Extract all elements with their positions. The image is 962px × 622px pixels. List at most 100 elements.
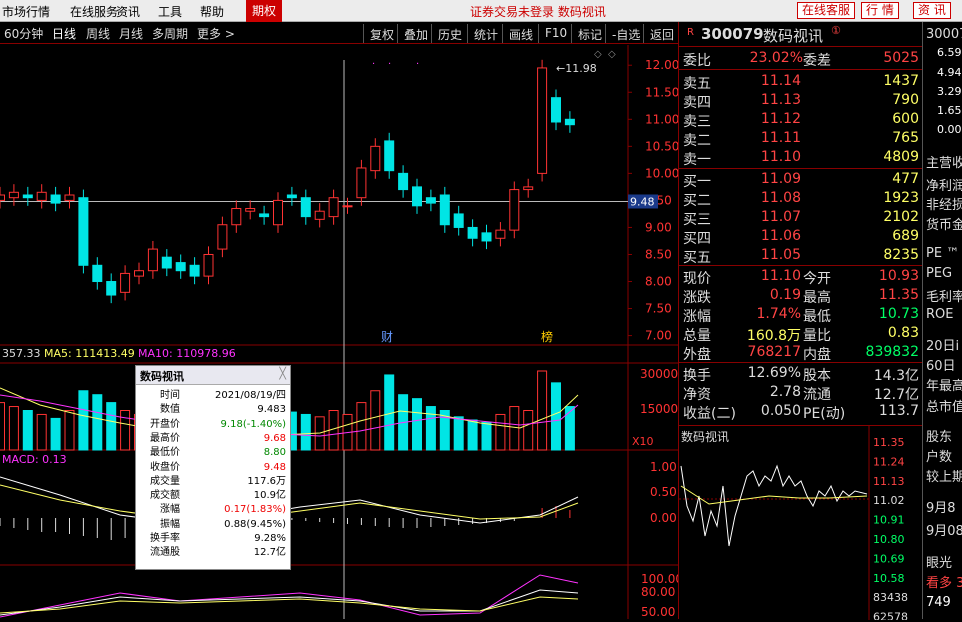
candle-body xyxy=(425,197,436,204)
bid-row[interactable]: 买二 11.08 1923 xyxy=(679,189,923,209)
volume-bar xyxy=(412,398,422,451)
side-panel-item[interactable]: 看多 3 xyxy=(926,572,962,591)
bid-row[interactable]: 买四 11.06 689 xyxy=(679,227,923,247)
side-panel-item[interactable]: 净利润 xyxy=(926,175,962,194)
side-panel-item[interactable]: 非经损 xyxy=(926,194,962,213)
popup-key: 收盘价 xyxy=(150,461,180,473)
quote-label: 今开 xyxy=(803,271,831,287)
tab-daily[interactable]: 日线 xyxy=(52,25,76,42)
candle-info-popup[interactable]: 数码视讯 ╳ 时间 2021/08/19/四 数值 9.483 开盘价 9.18(-1.4… xyxy=(135,365,291,570)
volume-bar xyxy=(495,413,506,451)
side-panel-item[interactable]: 户数 xyxy=(926,446,952,465)
intraday-avg-line xyxy=(680,485,868,505)
bid-price: 11.09 xyxy=(760,171,801,187)
kdj-axis-label: 80.00 xyxy=(641,585,675,599)
ask-price: 11.13 xyxy=(760,92,801,108)
candle-body xyxy=(300,197,311,218)
candle-body xyxy=(551,97,561,123)
menu-market[interactable]: 市场行情 xyxy=(2,3,50,20)
popup-row: 流通股 12.7亿 xyxy=(136,547,290,559)
candle-body xyxy=(523,186,534,191)
online-service-button[interactable]: 在线客服 xyxy=(797,2,856,19)
overlay-button[interactable]: 叠加 xyxy=(397,24,434,43)
side-panel-item[interactable]: 1.65 xyxy=(937,104,962,117)
side-panel-item[interactable]: 20日i xyxy=(926,335,959,354)
side-panel-item[interactable]: 年最高 xyxy=(926,375,962,394)
popup-value: 9.48 xyxy=(263,461,286,473)
tab-more[interactable]: 更多 > xyxy=(197,25,235,42)
popup-row: 振幅 0.88(9.45%) xyxy=(136,519,290,531)
back-button[interactable]: 返回 xyxy=(643,24,680,43)
kline-chart[interactable]: 12.00 11.50 11.00 10.50 10.00 9.50 9.00 8.50 8.0… xyxy=(0,45,683,619)
side-panel-item[interactable]: 总市值 xyxy=(926,396,962,415)
macd-axis-label: 0.50 xyxy=(650,485,677,499)
bid-price: 11.05 xyxy=(760,247,801,263)
f10-button[interactable]: F10 xyxy=(538,24,573,43)
ask-row[interactable]: 卖四 11.13 790 xyxy=(679,91,923,111)
side-panel-item[interactable]: 货币金 xyxy=(926,214,962,233)
tab-weekly[interactable]: 周线 xyxy=(86,25,110,42)
info-circle-icon[interactable]: ① xyxy=(831,24,841,37)
bid-row[interactable]: 买一 11.09 477 xyxy=(679,170,923,190)
side-panel-item[interactable]: 60日 xyxy=(926,355,956,374)
stock-header: R 300079 数码视讯 ① xyxy=(679,23,923,47)
side-panel-item[interactable]: 9月8 xyxy=(926,497,956,516)
draw-button[interactable]: 画线 xyxy=(502,24,539,43)
menu-tools[interactable]: 工具 xyxy=(158,3,182,20)
menu-help[interactable]: 帮助 xyxy=(200,3,224,20)
side-panel-item[interactable]: PEG xyxy=(926,266,952,281)
intraday-axis-label: 11.02 xyxy=(873,494,905,507)
quote-button[interactable]: 行 情 xyxy=(861,2,899,19)
popup-row: 收盘价 9.48 xyxy=(136,462,290,474)
popup-row: 涨幅 0.17(1.83%) xyxy=(136,504,290,516)
bid-row[interactable]: 买三 11.07 2102 xyxy=(679,208,923,228)
side-panel-item[interactable]: PE ™ xyxy=(926,246,959,261)
ask-row[interactable]: 卖二 11.11 765 xyxy=(679,129,923,149)
tab-multi-period[interactable]: 多周期 xyxy=(152,25,188,42)
ask-row[interactable]: 卖五 11.14 1437 xyxy=(679,72,923,92)
side-panel-item[interactable]: 股东 xyxy=(926,426,952,445)
intraday-canvas[interactable]: 11.35 11.24 11.13 11.02 10.91 10.80 10.69 10.58… xyxy=(679,426,923,620)
mark-button[interactable]: 标记 xyxy=(571,24,608,43)
popup-key: 成交量 xyxy=(150,475,180,487)
stats-button[interactable]: 统计 xyxy=(467,24,504,43)
close-icon[interactable]: ╳ xyxy=(279,367,286,380)
finance-value: 14.3亿 xyxy=(873,368,919,384)
menu-news[interactable]: 资讯 xyxy=(116,3,140,20)
popup-value: 12.7亿 xyxy=(253,547,286,559)
ask-row[interactable]: 卖一 11.10 4809 xyxy=(679,148,923,168)
side-panel-item[interactable]: 眼光 xyxy=(926,552,952,571)
stock-name[interactable]: 数码视讯 xyxy=(763,25,823,46)
volume-bar xyxy=(370,390,381,451)
side-panel-item[interactable]: 0.00 xyxy=(937,123,962,136)
finance-value: 12.69% xyxy=(747,365,801,381)
history-button[interactable]: 历史 xyxy=(431,24,468,43)
side-panel-item[interactable]: 3.29 xyxy=(937,85,962,98)
quote-row: 涨跌 0.19 最高 11.35 xyxy=(679,286,923,306)
side-panel-item[interactable]: 较上期 xyxy=(926,466,962,485)
volume-bar xyxy=(356,402,367,451)
quote-value: 0.19 xyxy=(769,287,801,303)
price-axis-label: 10.00 xyxy=(645,166,678,180)
adjust-button[interactable]: 复权 xyxy=(363,24,400,43)
bid-row[interactable]: 买五 11.05 8235 xyxy=(679,246,923,266)
ask-row[interactable]: 卖三 11.12 600 xyxy=(679,110,923,130)
menu-online-service[interactable]: 在线服务 xyxy=(70,3,118,20)
side-panel-item[interactable]: 30007 xyxy=(926,27,962,42)
menu-options[interactable]: 期权 xyxy=(246,0,283,22)
add-watchlist-button[interactable]: -自选 xyxy=(605,24,646,43)
side-panel-item[interactable]: 毛利率 xyxy=(926,286,962,305)
side-panel-item[interactable]: 4.94 xyxy=(937,66,962,79)
candle-body xyxy=(245,208,256,212)
side-panel-item[interactable]: 9月08 xyxy=(926,520,962,539)
tab-monthly[interactable]: 月线 xyxy=(119,25,143,42)
news-button[interactable]: 资 讯 xyxy=(913,2,951,19)
chart-canvas[interactable]: 12.0011.5011.0010.5010.009.509.008.508.0… xyxy=(0,45,683,619)
intraday-chart[interactable]: 数码视讯 11.35 11.24 11.13 11.02 10.91 10.80 10.69… xyxy=(679,425,923,620)
side-panel-item[interactable]: 主营收 xyxy=(926,152,962,171)
side-panel-item[interactable]: 749 xyxy=(926,595,951,610)
side-panel-item[interactable]: 6.59 xyxy=(937,46,962,59)
side-panel-item[interactable]: ROE xyxy=(926,307,953,322)
intraday-axis-label: 11.24 xyxy=(873,455,905,468)
tab-60min[interactable]: 60分钟 xyxy=(4,25,43,42)
